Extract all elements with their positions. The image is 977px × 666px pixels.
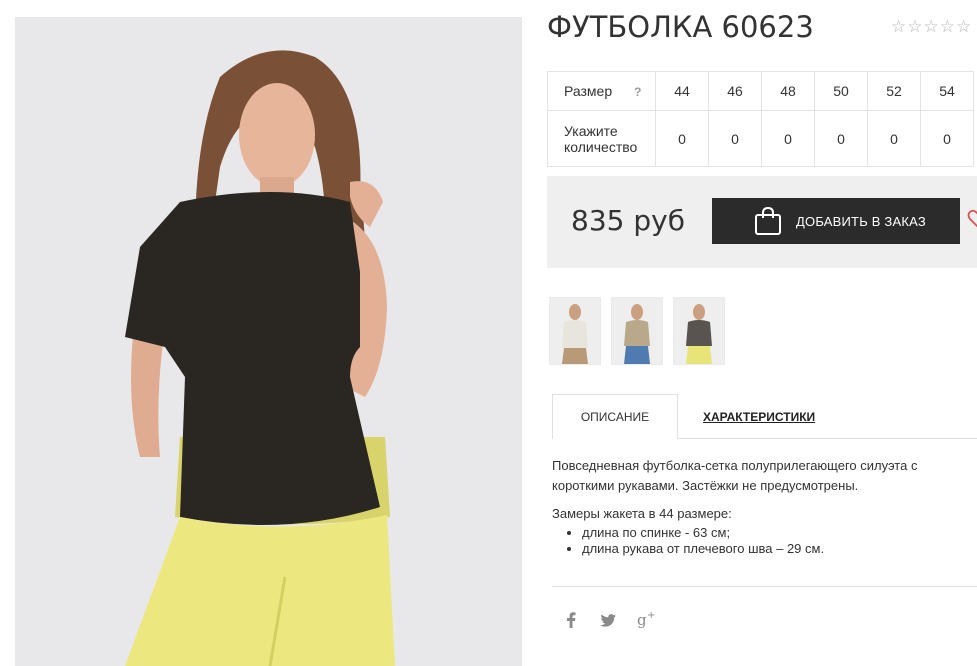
star-icon[interactable]: ☆ bbox=[907, 19, 922, 36]
size-cell: 46 bbox=[708, 71, 762, 111]
thumbnail-image bbox=[550, 298, 600, 364]
thumbnail-3[interactable] bbox=[673, 297, 725, 365]
quantity-label-line2: количество bbox=[564, 138, 638, 155]
twitter-icon[interactable] bbox=[600, 614, 616, 631]
tab-characteristics[interactable]: ХАРАКТЕРИСТИКИ bbox=[703, 410, 815, 424]
size-label: Размер bbox=[564, 82, 613, 99]
quantity-input[interactable]: 0 bbox=[920, 110, 974, 167]
thumbnail-image bbox=[674, 298, 724, 364]
thumbnail-image bbox=[612, 298, 662, 364]
product-title: ФУТБОЛКА 60623 bbox=[547, 10, 814, 44]
measures-list: длина по спинке - 63 см; длина рукава от… bbox=[552, 525, 824, 557]
size-cell: 44 bbox=[655, 71, 709, 111]
measures-block: Замеры жакета в 44 размере: длина по спи… bbox=[552, 506, 824, 557]
quantity-input[interactable]: 0 bbox=[708, 110, 762, 167]
quantity-input[interactable]: 0 bbox=[761, 110, 815, 167]
price-box: 835 руб ДОБАВИТЬ В ЗАКАЗ bbox=[547, 176, 977, 268]
product-photo-illustration bbox=[15, 17, 522, 666]
measure-item: длина рукава от плечевого шва – 29 см. bbox=[582, 541, 824, 557]
thumbnail-2[interactable] bbox=[611, 297, 663, 365]
size-label-cell: Размер? bbox=[547, 71, 656, 111]
star-icon[interactable]: ☆ bbox=[940, 19, 955, 36]
measures-title: Замеры жакета в 44 размере: bbox=[552, 506, 732, 521]
quantity-row: Укажите количество 0 0 0 0 0 0 bbox=[547, 110, 974, 167]
quantity-input[interactable]: 0 bbox=[814, 110, 868, 167]
social-divider bbox=[552, 586, 977, 587]
size-help-icon[interactable]: ? bbox=[634, 85, 641, 99]
tab-description[interactable]: ОПИСАНИЕ bbox=[552, 394, 678, 439]
add-to-order-button[interactable]: ДОБАВИТЬ В ЗАКАЗ bbox=[712, 198, 960, 244]
size-row: Размер? 44 46 48 50 52 54 bbox=[547, 71, 974, 111]
star-icon[interactable]: ☆ bbox=[891, 19, 906, 36]
heart-icon[interactable] bbox=[967, 209, 977, 229]
measure-item: длина по спинке - 63 см; bbox=[582, 525, 824, 541]
size-cell: 52 bbox=[867, 71, 921, 111]
thumbnail-1[interactable] bbox=[549, 297, 601, 365]
star-icon[interactable]: ☆ bbox=[924, 19, 939, 36]
product-price: 835 руб bbox=[571, 204, 685, 237]
product-description: Повседневная футболка-сетка полуприлегаю… bbox=[552, 456, 977, 496]
description-text: Повседневная футболка-сетка полуприлегаю… bbox=[552, 458, 918, 493]
size-cell: 54 bbox=[920, 71, 974, 111]
main-product-image[interactable] bbox=[15, 17, 522, 666]
add-to-order-label: ДОБАВИТЬ В ЗАКАЗ bbox=[796, 213, 926, 229]
size-cell: 48 bbox=[761, 71, 815, 111]
facebook-icon[interactable] bbox=[566, 612, 576, 632]
google-plus-icon[interactable]: g + bbox=[637, 610, 657, 632]
size-table: Размер? 44 46 48 50 52 54 Укажите количе… bbox=[547, 71, 974, 167]
svg-text:g: g bbox=[637, 611, 647, 628]
svg-text:+: + bbox=[647, 610, 655, 621]
bag-icon bbox=[755, 206, 781, 235]
star-icon[interactable]: ☆ bbox=[956, 19, 971, 36]
quantity-label-cell: Укажите количество bbox=[547, 110, 656, 167]
size-cell: 50 bbox=[814, 71, 868, 111]
quantity-input[interactable]: 0 bbox=[655, 110, 709, 167]
quantity-label-line1: Укажите bbox=[564, 122, 618, 139]
quantity-input[interactable]: 0 bbox=[867, 110, 921, 167]
rating-stars[interactable]: ☆ ☆ ☆ ☆ ☆ bbox=[891, 19, 971, 36]
